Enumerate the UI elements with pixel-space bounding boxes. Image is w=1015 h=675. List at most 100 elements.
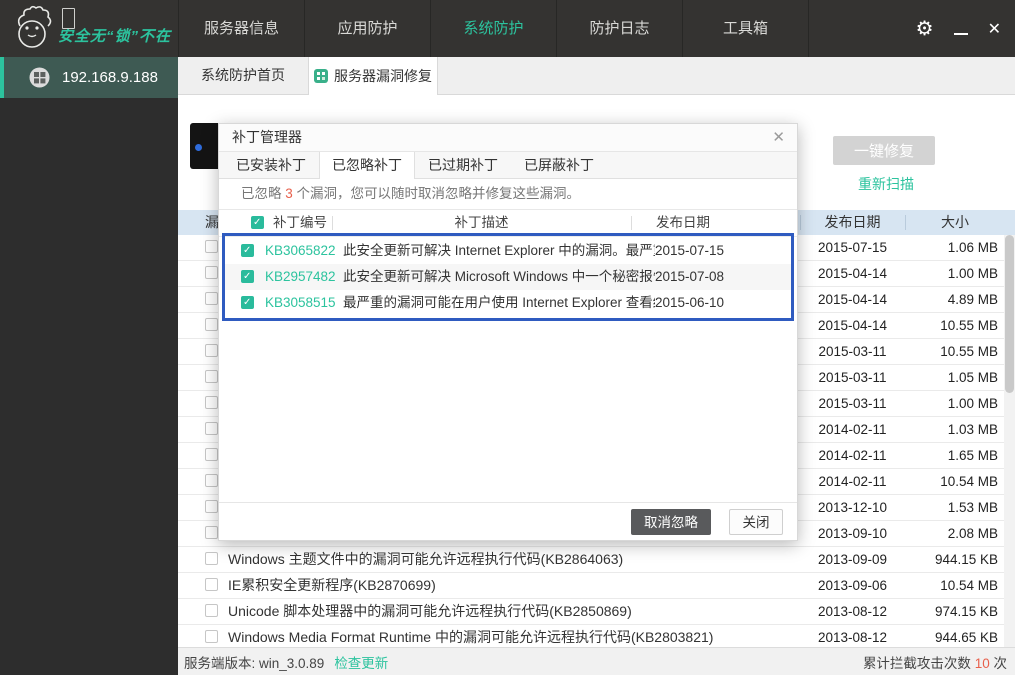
server-ip: 192.168.9.188: [62, 69, 158, 86]
one-key-fix-button[interactable]: 一键修复: [833, 136, 935, 165]
minimize-icon[interactable]: [953, 32, 968, 35]
vuln-size: 1.05 MB: [947, 370, 998, 385]
dialog-title: 补丁管理器: [232, 129, 302, 145]
checkbox-icon[interactable]: [205, 500, 218, 513]
page-tab-1[interactable]: 系统防护首页: [178, 57, 308, 95]
checkbox-icon[interactable]: [205, 578, 218, 591]
checkbox-icon[interactable]: [205, 474, 218, 487]
sidebar-item-server[interactable]: 192.168.9.188: [0, 57, 178, 98]
vuln-size: 1.03 MB: [947, 422, 998, 437]
attack-suffix: 次: [989, 655, 1007, 671]
vuln-size: 10.55 MB: [940, 344, 998, 359]
server-globe-icon: [29, 67, 50, 88]
seal-stamp-icon: [62, 8, 75, 29]
dialog-titlebar: 补丁管理器 ✕: [219, 124, 797, 152]
column-separator: [631, 216, 632, 230]
vuln-size: 10.55 MB: [940, 318, 998, 333]
vuln-size: 944.65 KB: [934, 630, 998, 645]
vuln-size: 1.65 MB: [947, 448, 998, 463]
checkbox-icon[interactable]: [205, 266, 218, 279]
dialog-footer: 取消忽略 关闭: [219, 502, 797, 540]
table-row[interactable]: Windows 主题文件中的漏洞可能允许远程执行代码(KB2864063) 201…: [178, 547, 1015, 573]
topbar: 安全无“锁”不在 服务器信息 应用防护 系统防护 防护日志 工具箱 ⚙ ✕: [0, 0, 1015, 57]
select-all-checkbox[interactable]: [251, 216, 264, 229]
cancel-ignore-button[interactable]: 取消忽略: [631, 509, 711, 535]
checkbox-icon[interactable]: [205, 318, 218, 331]
topbar-nav: 服务器信息 应用防护 系统防护 防护日志 工具箱: [178, 0, 809, 57]
nav-item-2[interactable]: 应用防护: [304, 0, 430, 57]
vuln-size: 974.15 KB: [934, 604, 998, 619]
checkbox-icon[interactable]: [205, 604, 218, 617]
scrollbar-thumb[interactable]: [1005, 235, 1014, 393]
vuln-size: 10.54 MB: [940, 578, 998, 593]
close-window-icon[interactable]: ✕: [988, 19, 1001, 39]
table-row[interactable]: IE累积安全更新程序(KB2870699) 2013-09-06 10.54 MB: [178, 573, 1015, 599]
nav-item-1[interactable]: 服务器信息: [178, 0, 304, 57]
table-row[interactable]: Windows Media Format Runtime 中的漏洞可能允许远程执…: [178, 625, 1015, 647]
page-tabs: 系统防护首页 服务器漏洞修复: [178, 57, 1015, 95]
sidebar: 192.168.9.188: [0, 57, 178, 675]
nav-item-3[interactable]: 系统防护: [430, 0, 556, 57]
patch-desc: 此安全更新可解决 Microsoft Windows 中一个秘密报告的漏洞: [343, 269, 655, 284]
vuln-fix-tab-icon: [314, 69, 328, 83]
checkbox-icon[interactable]: [205, 240, 218, 253]
checkbox-icon[interactable]: [205, 344, 218, 357]
vuln-name: Windows 主题文件中的漏洞可能允许远程执行代码(KB2864063): [228, 551, 624, 567]
patch-tab-2[interactable]: 已忽略补丁: [319, 152, 415, 179]
status-bar: 服务端版本: win_3.0.89 检查更新 累计拦截攻击次数 10 次: [178, 647, 1015, 675]
vuln-date-header: 发布日期: [824, 214, 881, 230]
lion-lock-logo-icon: [17, 5, 52, 48]
vuln-size: 1.00 MB: [947, 396, 998, 411]
dialog-close-icon[interactable]: ✕: [772, 124, 785, 151]
nav-item-5[interactable]: 工具箱: [682, 0, 809, 57]
window-controls: ⚙ ✕: [916, 0, 1001, 57]
info-prefix: 已忽略: [241, 186, 286, 201]
ignored-count: 3: [285, 186, 293, 201]
settings-gear-icon[interactable]: ⚙: [916, 19, 934, 39]
scrollbar[interactable]: [1004, 235, 1015, 647]
server-version: 服务端版本: win_3.0.89: [184, 655, 325, 671]
checkbox-icon[interactable]: [205, 396, 218, 409]
checkbox-icon[interactable]: [205, 370, 218, 383]
info-suffix: 个漏洞，您可以随时取消忽略并修复这些漏洞。: [292, 186, 581, 201]
patch-id: KB3065822: [265, 243, 336, 258]
vuln-name: IE累积安全更新程序(KB2870699): [228, 577, 436, 593]
vuln-size: 1.00 MB: [947, 266, 998, 281]
app-logo: 安全无“锁”不在: [8, 4, 178, 54]
ignored-info-text: 已忽略 3 个漏洞，您可以随时取消忽略并修复这些漏洞。: [219, 179, 797, 210]
patch-row[interactable]: KB3065822 此安全更新可解决 Internet Explorer 中的漏洞…: [225, 238, 791, 264]
rescan-link[interactable]: 重新扫描: [858, 174, 914, 194]
checkbox-checked-icon[interactable]: [241, 244, 254, 257]
checkbox-icon[interactable]: [205, 292, 218, 305]
check-update-link[interactable]: 检查更新: [334, 652, 388, 672]
patch-tab-1[interactable]: 已安装补丁: [223, 152, 319, 179]
checkbox-icon[interactable]: [205, 526, 218, 539]
table-row[interactable]: Unicode 脚本处理器中的漏洞可能允许远程执行代码(KB2850869) 20…: [178, 599, 1015, 625]
patch-date: 2015-07-08: [655, 269, 725, 284]
patch-date: 2015-07-15: [655, 243, 725, 258]
patch-tab-3[interactable]: 已过期补丁: [415, 152, 511, 179]
vuln-size: 10.54 MB: [940, 474, 998, 489]
vuln-size-header: 大小: [941, 214, 969, 230]
selected-rows-box: KB3065822 此安全更新可解决 Internet Explorer 中的漏洞…: [222, 233, 794, 321]
patch-manager-dialog: 补丁管理器 ✕ 已安装补丁 已忽略补丁 已过期补丁 已屏蔽补丁 已忽略 3 个漏洞，您…: [218, 123, 798, 541]
checkbox-checked-icon[interactable]: [241, 270, 254, 283]
page-tab-2[interactable]: 服务器漏洞修复: [308, 57, 438, 95]
patch-row[interactable]: KB3058515 最严重的漏洞可能在用户使用 Internet Explorer…: [225, 290, 791, 316]
patch-row[interactable]: KB2957482 此安全更新可解决 Microsoft Windows 中一个秘…: [225, 264, 791, 290]
patch-id: KB2957482: [265, 269, 336, 284]
checkbox-icon[interactable]: [205, 630, 218, 643]
patch-id: KB3058515: [265, 295, 336, 310]
close-dialog-button[interactable]: 关闭: [729, 509, 783, 535]
attack-prefix: 累计拦截攻击次数: [862, 655, 975, 671]
checkbox-icon[interactable]: [205, 552, 218, 565]
checkbox-icon[interactable]: [205, 422, 218, 435]
checkbox-icon[interactable]: [205, 448, 218, 461]
nav-item-4[interactable]: 防护日志: [556, 0, 682, 57]
patch-tab-4[interactable]: 已屏蔽补丁: [511, 152, 607, 179]
checkbox-checked-icon[interactable]: [241, 296, 254, 309]
vuln-size: 2.08 MB: [947, 526, 998, 541]
patch-date: 2015-06-10: [655, 295, 725, 310]
vuln-size: 4.89 MB: [947, 292, 998, 307]
patch-desc: 此安全更新可解决 Internet Explorer 中的漏洞。最严重的漏洞: [343, 243, 655, 258]
